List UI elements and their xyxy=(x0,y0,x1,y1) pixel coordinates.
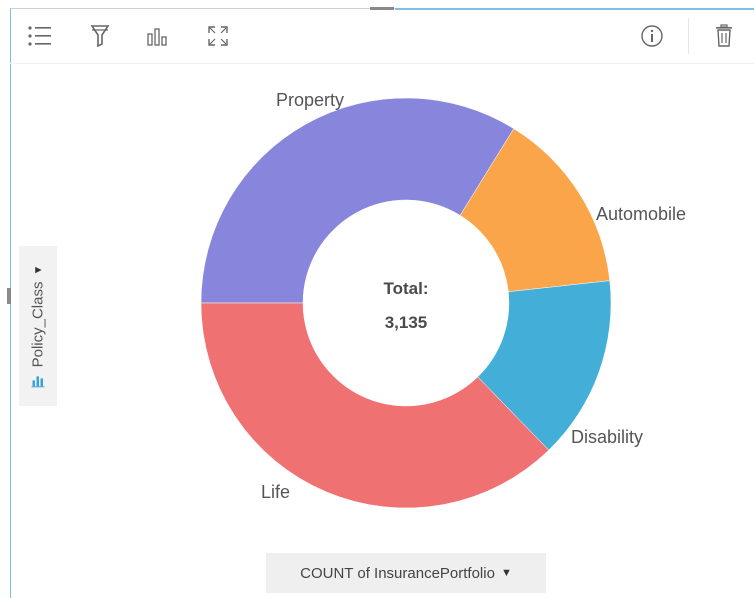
slice-label-property: Property xyxy=(276,90,344,110)
slice-life[interactable] xyxy=(200,302,550,509)
bar-chart-icon xyxy=(31,376,44,388)
center-total-value: 3,135 xyxy=(385,313,428,332)
donut-chart: PropertyAutomobileDisabilityLife Total: … xyxy=(200,90,686,509)
slice-label-disability: Disability xyxy=(571,427,643,447)
center-total-label: Total: xyxy=(383,279,428,298)
caret-down-icon: ▼ xyxy=(500,567,512,579)
slice-property[interactable] xyxy=(200,97,515,304)
caret-down-icon: ▼ xyxy=(32,264,44,276)
donut-slices xyxy=(200,97,612,509)
y-axis-field-label: Policy_Class xyxy=(29,281,47,368)
x-axis-field-label: COUNT of InsurancePortfolio xyxy=(300,564,495,582)
y-axis-field-dropdown[interactable]: Policy_Class ▼ xyxy=(19,246,57,406)
x-axis-field-dropdown[interactable]: COUNT of InsurancePortfolio ▼ xyxy=(266,553,546,593)
slice-label-automobile: Automobile xyxy=(596,204,686,224)
slice-label-life: Life xyxy=(261,482,290,502)
